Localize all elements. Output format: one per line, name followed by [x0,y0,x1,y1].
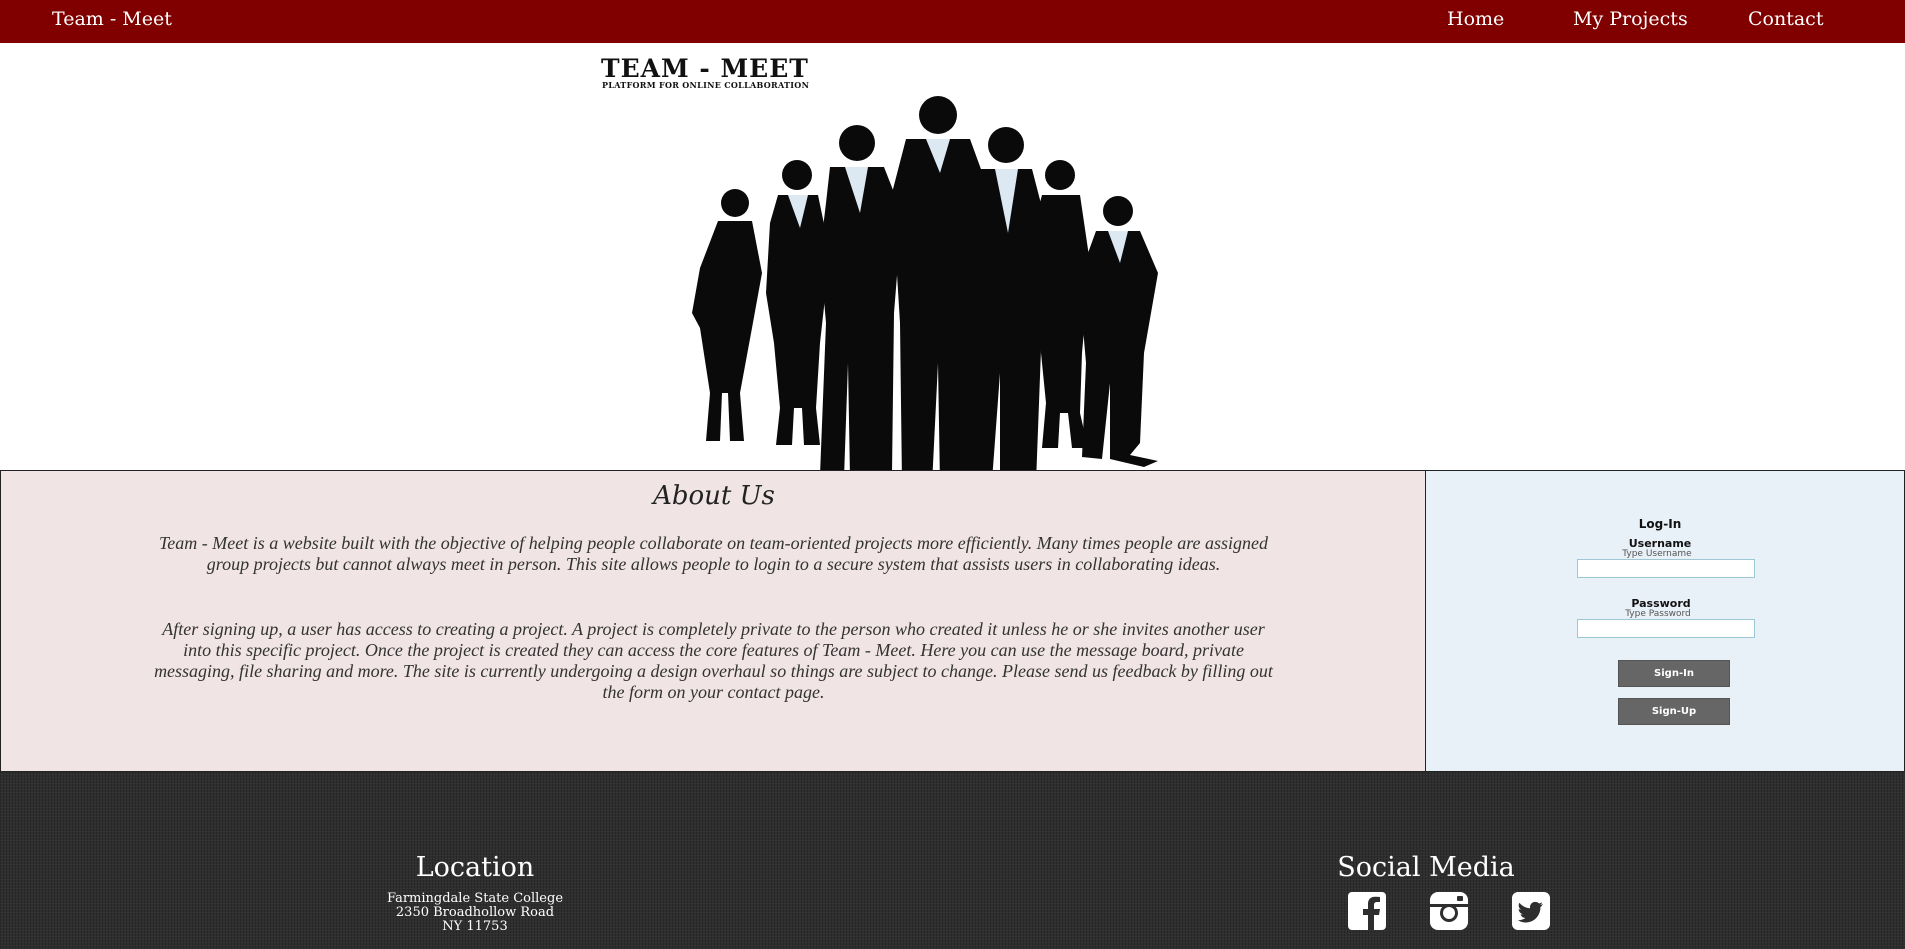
nav-contact-link[interactable]: Contact [1748,7,1823,31]
password-input[interactable] [1577,619,1755,638]
nav-home-link[interactable]: Home [1447,7,1504,31]
social-media-heading: Social Media [1337,852,1515,883]
facebook-link[interactable] [1348,892,1386,934]
sign-up-button[interactable]: Sign-Up [1618,698,1730,725]
instagram-icon [1430,892,1468,930]
sign-in-button[interactable]: Sign-In [1618,660,1730,687]
address-line-1: Farmingdale State College [386,891,564,906]
facebook-icon [1348,892,1386,930]
footer: Location Farmingdale State College 2350 … [0,772,1905,949]
top-nav-bar: Team - Meet Home My Projects Contact [0,0,1905,43]
about-us-heading: About Us [653,481,775,511]
about-us-paragraph-1: Team - Meet is a website built with the … [158,533,1269,574]
brand-link[interactable]: Team - Meet [52,7,172,31]
address-line-3: NY 11753 [442,919,508,934]
hero-banner: TEAM - MEET PLATFORM FOR ONLINE COLLABOR… [0,43,1905,485]
address-line-2: 2350 Broadhollow Road [395,905,555,920]
username-input[interactable] [1577,559,1755,578]
about-us-panel: About Us Team - Meet is a website built … [0,470,1426,772]
username-hint: Type Username [1622,549,1692,559]
location-heading: Location [415,852,535,883]
nav-my-projects-link[interactable]: My Projects [1573,7,1688,31]
twitter-icon [1512,892,1550,930]
login-panel: Log-In Username Type Username Password T… [1426,470,1905,772]
instagram-link[interactable] [1430,892,1468,934]
about-us-paragraph-2: After signing up, a user has access to c… [154,619,1273,702]
business-team-silhouette [692,96,1158,485]
password-hint: Type Password [1625,609,1691,619]
twitter-link[interactable] [1512,892,1550,934]
login-title: Log-In [1638,517,1682,531]
